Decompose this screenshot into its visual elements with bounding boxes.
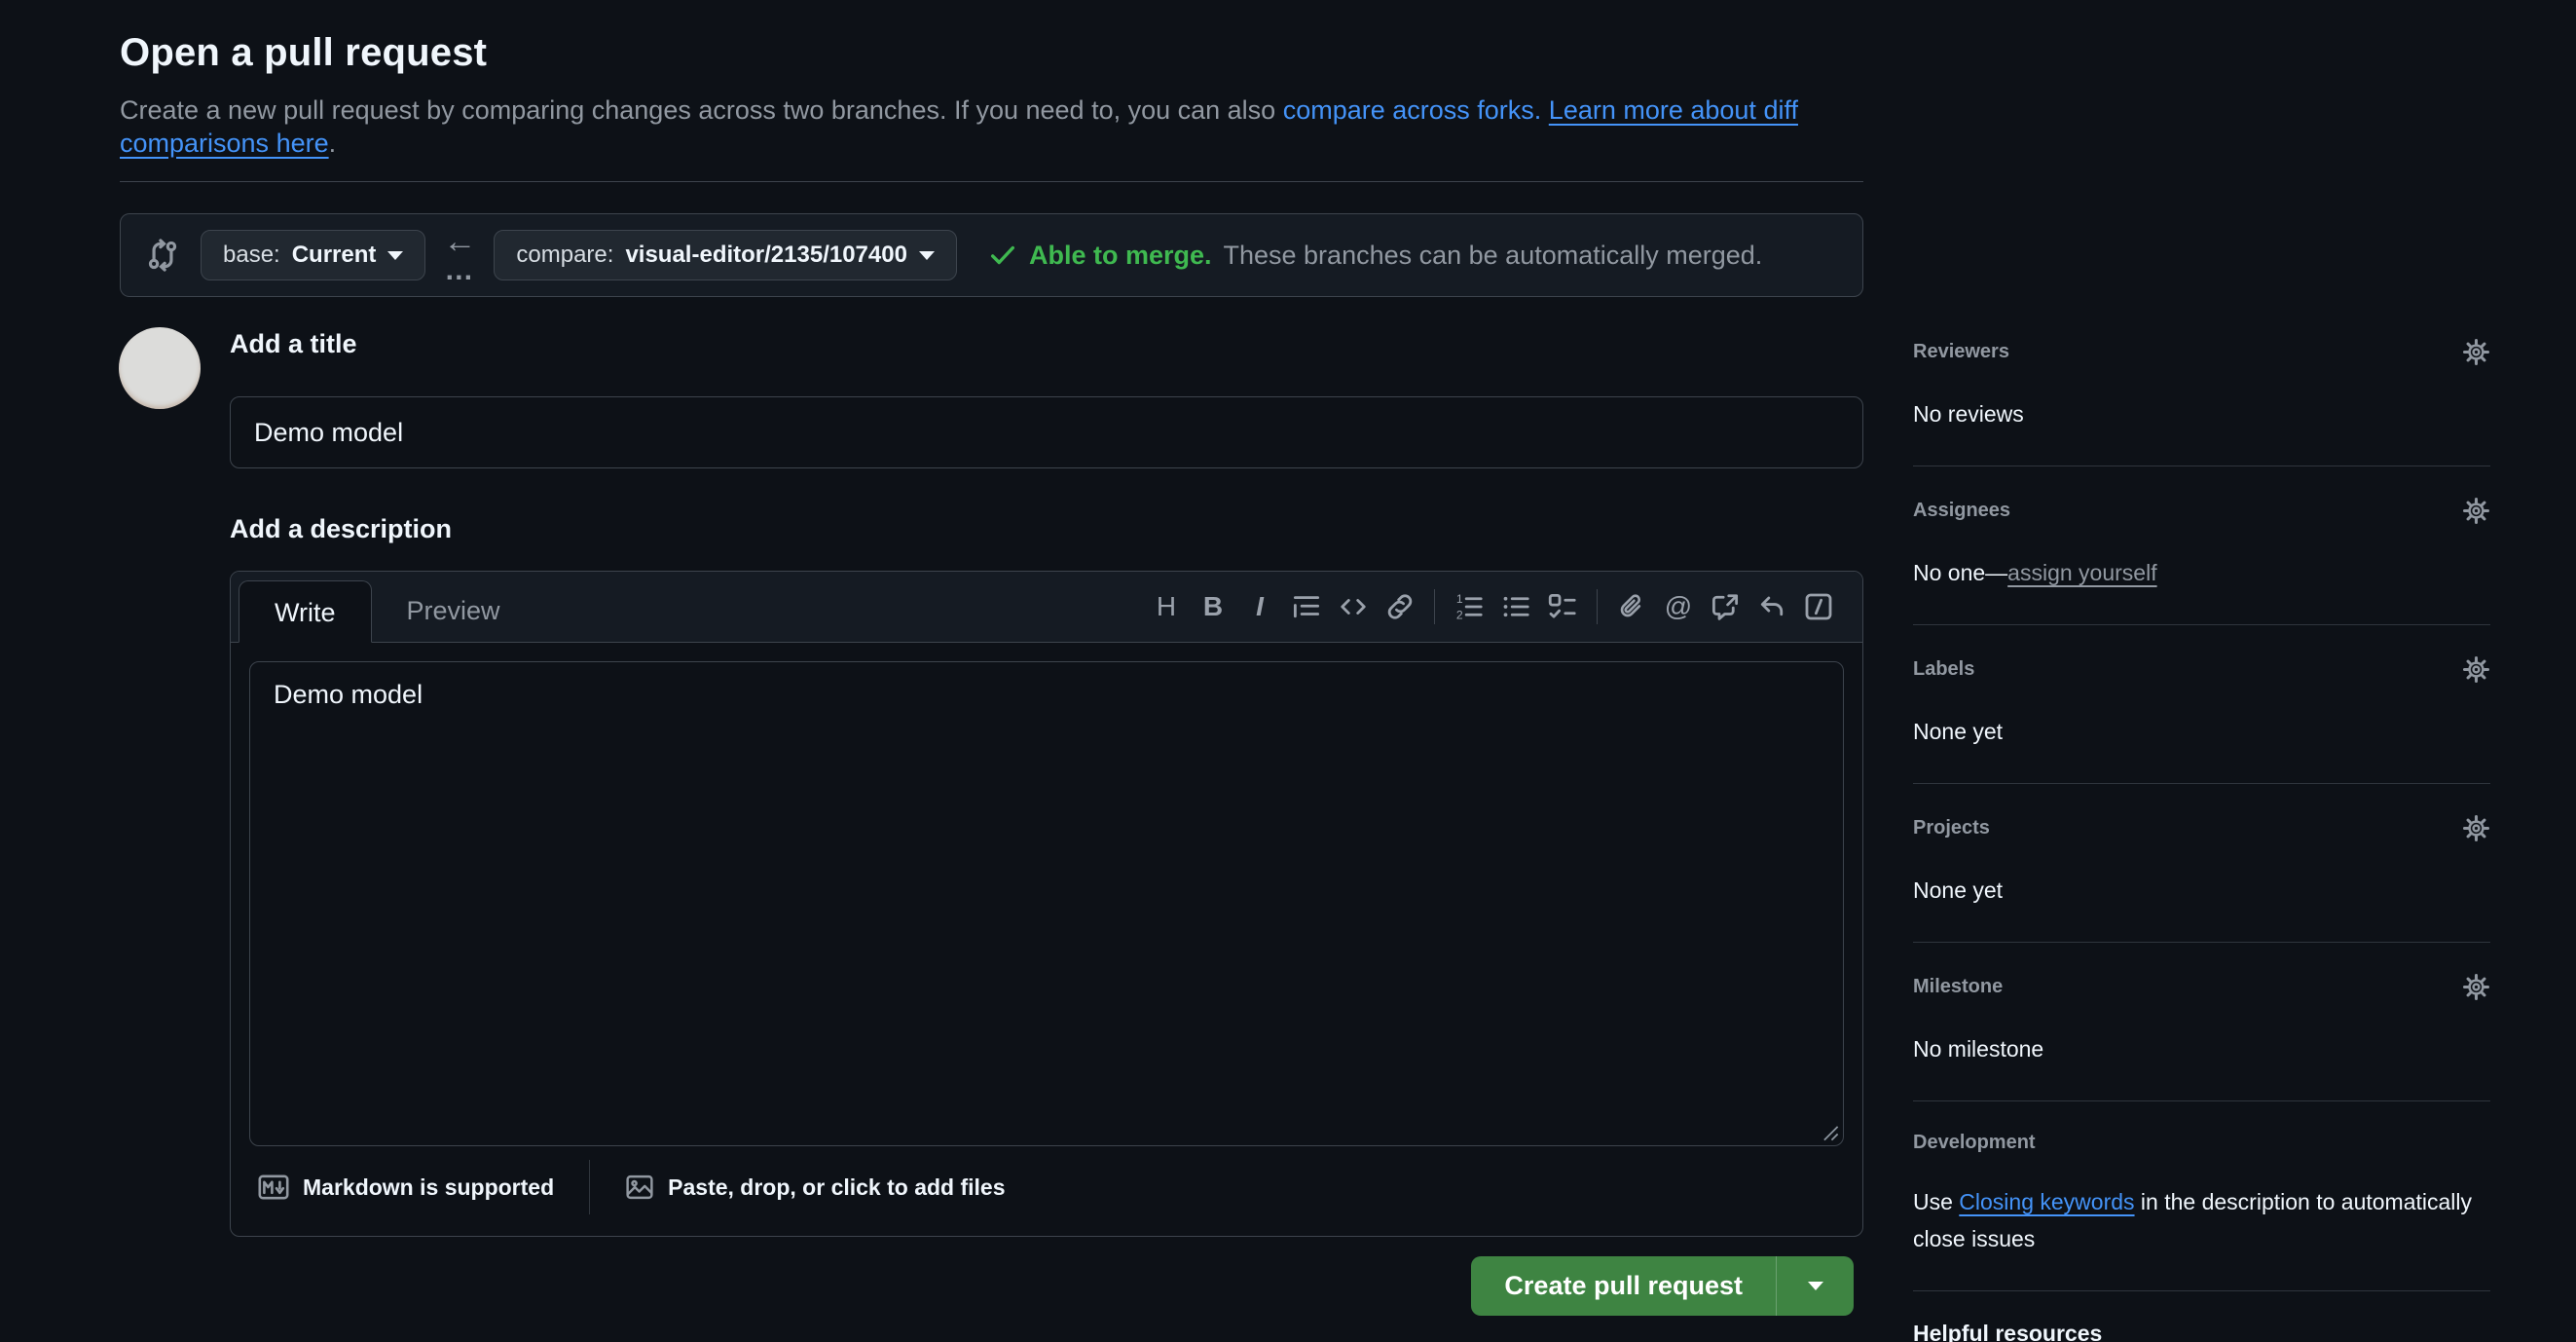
reply-icon[interactable] xyxy=(1751,586,1792,627)
markdown-icon xyxy=(258,1174,289,1200)
form-actions: Create pull request xyxy=(230,1256,1863,1316)
editor-tabstrip: Write Preview H B I xyxy=(231,572,1862,643)
svg-text:2: 2 xyxy=(1456,608,1463,621)
create-pull-request-button[interactable]: Create pull request xyxy=(1471,1256,1776,1316)
compare-branch-prefix: compare: xyxy=(516,242,613,269)
description-heading: Add a description xyxy=(230,512,1863,545)
footer-separator xyxy=(589,1160,590,1214)
slash-commands-icon[interactable] xyxy=(1798,586,1839,627)
italic-icon[interactable]: I xyxy=(1239,586,1280,627)
tab-write[interactable]: Write xyxy=(239,580,372,643)
task-list-icon[interactable] xyxy=(1542,586,1583,627)
header-divider xyxy=(120,181,1863,182)
create-pr-split-button: Create pull request xyxy=(1471,1256,1854,1316)
markdown-editor: Write Preview H B I xyxy=(230,571,1863,1237)
toolbar-separator xyxy=(1434,589,1435,624)
merge-status-text: These branches can be automatically merg… xyxy=(1224,241,1763,271)
ordered-list-icon[interactable]: 12 xyxy=(1449,586,1490,627)
editor-body: Demo model xyxy=(231,643,1862,1146)
assign-yourself-link[interactable]: assign yourself xyxy=(2007,560,2156,585)
merge-status: Able to merge. These branches can be aut… xyxy=(988,241,1762,271)
subtitle-text: Create a new pull request by comparing c… xyxy=(120,95,1283,125)
main-column: Open a pull request Create a new pull re… xyxy=(120,0,1863,1342)
chevron-down-icon xyxy=(1808,1282,1823,1290)
check-icon xyxy=(988,241,1017,270)
development-body: Use Closing keywords in the description … xyxy=(1913,1183,2490,1257)
milestone-title: Milestone xyxy=(1913,975,2003,998)
code-icon[interactable] xyxy=(1333,586,1374,627)
left-arrow-icon: ← xyxy=(443,225,476,258)
reviewers-title: Reviewers xyxy=(1913,340,2009,363)
assignees-body: No one—assign yourself xyxy=(1913,554,2490,591)
ellipsis-icon: … xyxy=(444,256,475,285)
subtitle-spacer xyxy=(1541,95,1549,125)
sidebar: Reviewers No reviews Assignees No one—as… xyxy=(1913,337,2490,1342)
bold-icon[interactable]: B xyxy=(1193,586,1233,627)
pr-title-input[interactable] xyxy=(230,396,1863,468)
sidebar-section-milestone: Milestone No milestone xyxy=(1913,972,2490,1101)
attach-file-icon[interactable] xyxy=(1611,586,1652,627)
image-icon xyxy=(625,1173,654,1202)
base-branch-prefix: base: xyxy=(223,242,280,269)
base-branch-name: Current xyxy=(292,242,377,269)
toolbar-separator xyxy=(1597,589,1598,624)
page-title: Open a pull request xyxy=(120,27,1863,78)
projects-title: Projects xyxy=(1913,816,1990,839)
cross-reference-icon[interactable] xyxy=(1705,586,1746,627)
reviewers-gear-button[interactable] xyxy=(2461,337,2490,366)
sidebar-section-labels: Labels None yet xyxy=(1913,654,2490,784)
projects-body: None yet xyxy=(1913,872,2490,909)
assignees-title: Assignees xyxy=(1913,499,2010,522)
quote-icon[interactable] xyxy=(1286,586,1327,627)
editor-footer: Markdown is supported Paste, drop, or cl… xyxy=(231,1146,1862,1236)
title-heading: Add a title xyxy=(230,327,1863,360)
sidebar-section-development: Development Use Closing keywords in the … xyxy=(1913,1131,2490,1291)
merge-status-bold: Able to merge. xyxy=(1029,241,1212,271)
markdown-supported-label: Markdown is supported xyxy=(303,1174,554,1201)
sidebar-section-assignees: Assignees No one—assign yourself xyxy=(1913,496,2490,625)
subtitle-period: . xyxy=(329,129,337,158)
sidebar-section-projects: Projects None yet xyxy=(1913,813,2490,943)
helpful-resources-title: Helpful resources xyxy=(1913,1321,2490,1342)
chevron-down-icon xyxy=(387,251,403,260)
mention-icon[interactable]: @ xyxy=(1658,586,1699,627)
page-subtitle: Create a new pull request by comparing c… xyxy=(120,93,1863,160)
link-icon[interactable] xyxy=(1380,586,1420,627)
paste-drop-files-label: Paste, drop, or click to add files xyxy=(668,1174,1005,1201)
heading-icon[interactable]: H xyxy=(1146,586,1187,627)
assignees-gear-button[interactable] xyxy=(2461,496,2490,525)
development-title: Development xyxy=(1913,1131,2036,1154)
milestone-gear-button[interactable] xyxy=(2461,972,2490,1001)
avatar xyxy=(119,327,201,409)
projects-gear-button[interactable] xyxy=(2461,813,2490,842)
compare-across-forks-link[interactable]: compare across forks. xyxy=(1283,95,1542,125)
unordered-list-icon[interactable] xyxy=(1495,586,1536,627)
tab-preview[interactable]: Preview xyxy=(372,579,535,642)
sidebar-section-helpful-resources: Helpful resources GitHub Community Guide… xyxy=(1913,1321,2490,1342)
pr-form: Add a title Add a description Write Prev… xyxy=(120,327,1863,1342)
labels-title: Labels xyxy=(1913,657,1974,681)
pr-description-textarea[interactable]: Demo model xyxy=(249,661,1844,1146)
sidebar-section-reviewers: Reviewers No reviews xyxy=(1913,337,2490,466)
compare-branch-dropdown[interactable]: compare: visual-editor/2135/107400 xyxy=(494,230,957,280)
compare-direction-indicator: ← … xyxy=(443,225,476,285)
compare-branch-name: visual-editor/2135/107400 xyxy=(625,242,907,269)
reviewers-body: No reviews xyxy=(1913,395,2490,432)
markdown-supported[interactable]: Markdown is supported xyxy=(258,1174,554,1201)
paste-drop-files[interactable]: Paste, drop, or click to add files xyxy=(625,1173,1005,1202)
branch-compare-bar: base: Current ← … compare: visual-editor… xyxy=(120,213,1863,297)
closing-keywords-link[interactable]: Closing keywords xyxy=(1959,1189,2134,1214)
git-compare-icon xyxy=(146,239,179,272)
chevron-down-icon xyxy=(919,251,935,260)
assignees-none-text: No one— xyxy=(1913,560,2007,585)
markdown-toolbar: H B I 12 xyxy=(1146,576,1839,638)
labels-gear-button[interactable] xyxy=(2461,654,2490,684)
milestone-body: No milestone xyxy=(1913,1030,2490,1067)
svg-text:1: 1 xyxy=(1456,592,1463,606)
labels-body: None yet xyxy=(1913,713,2490,750)
base-branch-dropdown[interactable]: base: Current xyxy=(201,230,425,280)
create-pr-options-button[interactable] xyxy=(1776,1256,1854,1316)
development-text-prefix: Use xyxy=(1913,1189,1959,1214)
